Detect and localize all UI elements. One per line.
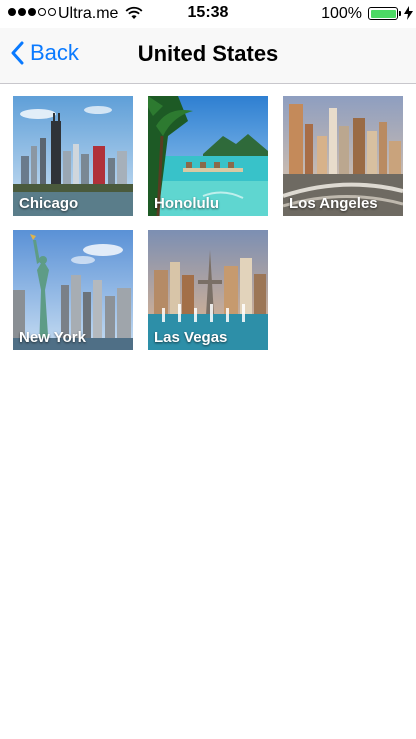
city-name-las-vegas: Las Vegas	[154, 329, 228, 346]
city-name-chicago: Chicago	[19, 195, 79, 212]
battery-percentage: 100%	[321, 5, 362, 22]
city-tile-las-vegas[interactable]: Las Vegas	[148, 230, 268, 350]
city-tile-new-york[interactable]: New York	[13, 230, 133, 350]
city-name-new-york: New York	[19, 329, 86, 346]
navigation-bar: Back United States	[0, 28, 416, 84]
charging-bolt-icon	[404, 6, 413, 20]
city-tile-honolulu[interactable]: Honolulu	[148, 96, 268, 216]
battery-tip	[399, 11, 401, 16]
city-name-los-angeles: Los Angeles	[289, 195, 378, 212]
battery-icon	[368, 7, 398, 20]
city-name-honolulu: Honolulu	[154, 195, 219, 212]
city-tile-los-angeles[interactable]: Los Angeles	[283, 96, 403, 216]
status-bar: Ultra.me 15:38 100%	[0, 0, 416, 28]
city-tile-chicago[interactable]: Chicago	[13, 96, 133, 216]
page-title: United States	[137, 41, 279, 66]
